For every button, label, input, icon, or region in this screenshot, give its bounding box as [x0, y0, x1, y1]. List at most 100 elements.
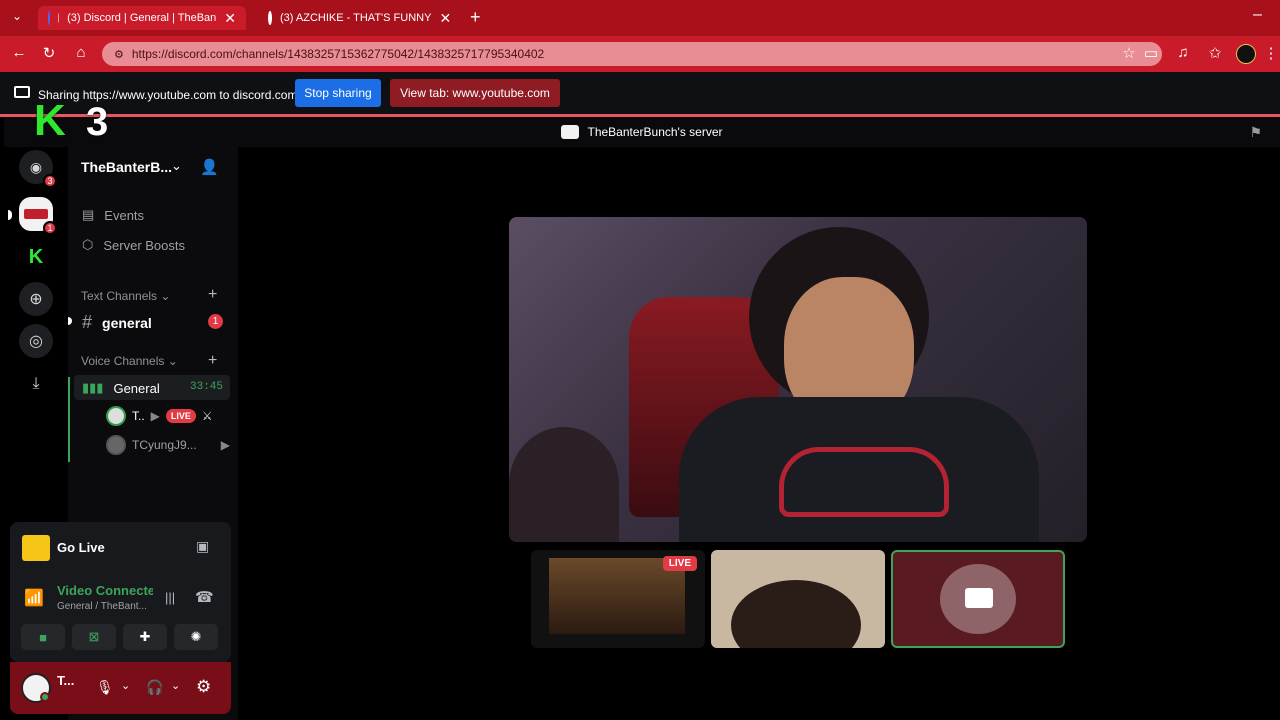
stop-stream-icon: ⊠ [88, 629, 100, 644]
browser-nav-bar: ← ↻ ⌂ ⚙ https://discord.com/channels/143… [0, 36, 1280, 72]
voice-channel-label: General [113, 380, 160, 396]
text-channel-label: general [102, 314, 152, 331]
soundboard-icon: ✺ [190, 629, 202, 644]
voice-user-name: TCyungJ9... [132, 438, 197, 452]
voice-user-2[interactable]: TCyungJ9... ▶ [106, 435, 230, 455]
tab-discord[interactable]: (3) Discord | General | TheBan ✕ [38, 6, 246, 30]
profile-avatar-icon[interactable] [1236, 44, 1256, 64]
stop-sharing-button[interactable]: Stop sharing [295, 79, 381, 107]
avatar [106, 435, 126, 455]
direct-messages-icon[interactable]: ◉ 3 [19, 150, 57, 188]
flag-icon[interactable]: ⚑ [1249, 124, 1262, 141]
events-item[interactable]: ▤ Events [82, 207, 144, 223]
go-live-label[interactable]: Go Live [57, 540, 105, 555]
discover-icon[interactable]: ◎ [19, 324, 53, 358]
tab-youtube-label: (3) AZCHIKE - THAT'S FUNNY [280, 12, 432, 24]
back-icon[interactable]: ← [10, 44, 28, 61]
stream-button[interactable]: ⊠ [72, 624, 116, 650]
invite-people-icon[interactable]: 👤 [200, 158, 219, 176]
stream-thumbnail-1[interactable]: LIVE [531, 550, 705, 648]
add-voice-channel-icon[interactable]: + [208, 352, 217, 370]
voice-channels-category[interactable]: Voice Channels ⌄ [81, 354, 178, 368]
close-tab-icon[interactable]: ✕ [439, 10, 451, 27]
camera-icon: ▶ [150, 409, 160, 423]
events-label: Events [104, 207, 145, 223]
go-live-app-icon [22, 535, 50, 561]
home-icon[interactable]: ⌂ [72, 44, 90, 61]
audio-playing-icon [57, 13, 60, 23]
logo-letter: K [34, 96, 70, 145]
bookmark-star-icon[interactable]: ☆ [1120, 44, 1138, 62]
activities-button[interactable]: ✚ [123, 624, 167, 650]
view-tab-button[interactable]: View tab: www.youtube.com [390, 79, 560, 107]
camera-indicator-icon[interactable]: ▭ [1142, 44, 1160, 62]
camera-icon: ▶ [220, 438, 230, 452]
online-status-icon [40, 692, 50, 702]
microphone-icon[interactable]: 🎙 [96, 679, 114, 696]
site-info-icon[interactable]: ⚙ [114, 48, 124, 61]
self-thumbnail-3[interactable] [891, 550, 1065, 648]
boost-icon: ⬡ [82, 237, 94, 252]
new-tab-icon[interactable]: + [470, 7, 481, 28]
server-thebanterbunch-icon[interactable]: 1 [19, 197, 57, 235]
audio-options-chevron-icon[interactable]: ⌄ [171, 679, 180, 692]
dm-badge: 3 [43, 174, 57, 188]
server-boosts-label: Server Boosts [103, 237, 186, 253]
server-name[interactable]: TheBanterB... [81, 159, 172, 175]
screen-sharing-bar: Sharing https://www.youtube.com to disco… [0, 72, 1280, 116]
headphones-icon[interactable]: 🎧 [146, 679, 163, 696]
voice-user-1[interactable]: T.. ▶ LIVE ⚔ [106, 406, 213, 426]
server-kick-icon[interactable]: K [19, 240, 53, 274]
screen-share-icon [14, 86, 30, 98]
voice-timer: 33:45 [190, 381, 224, 393]
tab-discord-label: (3) Discord | General | TheBan [67, 12, 217, 24]
voice-activity-icon: ▮▮▮ [82, 380, 104, 395]
connection-location[interactable]: General / TheBant... [57, 601, 153, 612]
add-text-channel-icon[interactable]: + [208, 286, 217, 304]
voice-user-name: T.. [132, 409, 145, 423]
mic-options-chevron-icon[interactable]: ⌄ [121, 679, 130, 692]
window-title: TheBanterBunch's server [587, 125, 723, 139]
browser-tab-strip: ⌄ (3) Discord | General | TheBan ✕ (3) A… [0, 0, 1280, 36]
tab-youtube[interactable]: (3) AZCHIKE - THAT'S FUNNY ✕ [250, 6, 460, 30]
connection-signal-icon[interactable]: 📶 [24, 588, 44, 608]
server-menu-chevron-icon[interactable]: ⌄ [171, 158, 182, 174]
camera-thumbnail-2[interactable] [711, 550, 885, 648]
more-menu-icon[interactable]: ⋮ [1262, 44, 1280, 62]
settings-gear-icon[interactable]: ⚙ [196, 677, 211, 697]
video-camera-icon [965, 588, 993, 608]
video-camera-icon: ■ [39, 629, 47, 645]
thumbnail-preview [731, 580, 861, 648]
address-bar[interactable]: ⚙ https://discord.com/channels/143832571… [102, 42, 1162, 66]
main-video-stream[interactable] [509, 217, 1087, 542]
media-control-icon[interactable]: ♫ [1174, 44, 1192, 61]
camera-button[interactable]: ■ [21, 624, 65, 650]
voice-channel-row[interactable]: ▮▮▮ General [82, 380, 160, 396]
chevron-down-icon: ⌄ [160, 289, 171, 303]
discord-title-bar: TheBanterBunch's server [4, 117, 1280, 147]
noise-suppression-icon[interactable]: ||| [165, 590, 175, 605]
close-tab-icon[interactable]: ✕ [224, 10, 236, 27]
unread-badge: 1 [208, 314, 223, 329]
username[interactable]: T... [57, 673, 74, 688]
voice-category-label: Voice Channels [81, 354, 165, 368]
disconnect-icon[interactable]: ☎ [195, 588, 214, 606]
favorites-icon[interactable]: ✩ [1206, 44, 1224, 62]
logo-number: 3 [86, 100, 113, 144]
text-channel-general[interactable]: # general [82, 312, 152, 333]
text-channels-category[interactable]: Text Channels ⌄ [81, 289, 170, 303]
activities-icon: ✚ [139, 629, 151, 644]
soundboard-button[interactable]: ✺ [174, 624, 218, 650]
live-tag: LIVE [662, 556, 697, 571]
shirt-print-shape [779, 447, 949, 517]
tab-menu-chevron-icon[interactable]: ⌄ [8, 9, 26, 23]
k3-overlay-logo: K 3 [34, 96, 112, 146]
reload-icon[interactable]: ↻ [40, 44, 58, 62]
add-server-icon[interactable]: ⊕ [19, 282, 53, 316]
minimize-window-icon[interactable]: – [1253, 6, 1262, 24]
server-boosts-item[interactable]: ⬡ Server Boosts [82, 237, 185, 253]
download-icon[interactable]: ⤓ [19, 367, 53, 401]
screen-share-toggle-icon[interactable]: ▣ [196, 538, 209, 555]
voice-active-line [68, 377, 70, 462]
discord-favicon-icon [48, 11, 50, 25]
